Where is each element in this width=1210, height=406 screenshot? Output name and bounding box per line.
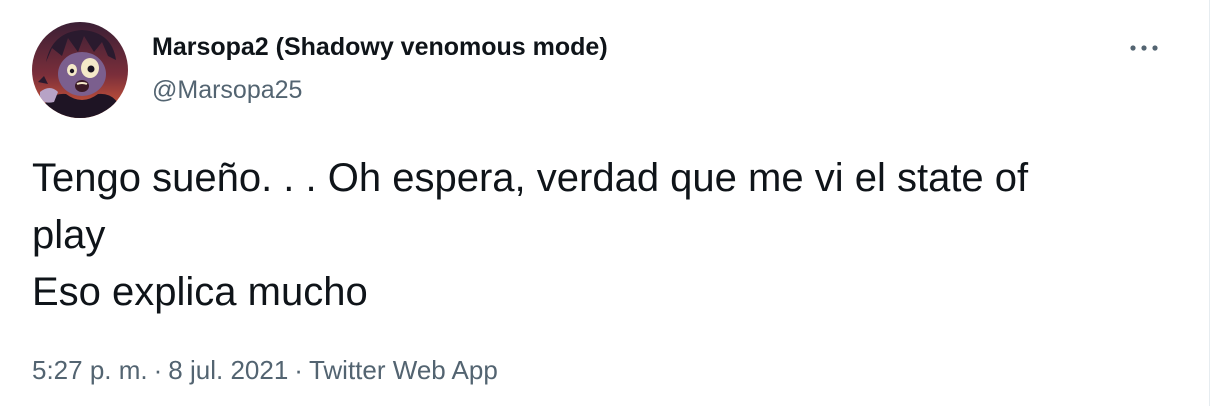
more-horizontal-icon [1130, 45, 1158, 51]
meta-separator: · [153, 355, 163, 385]
tweet-date[interactable]: 8 jul. 2021 [168, 355, 288, 385]
meta-separator: · [294, 355, 303, 385]
tweet-card: Marsopa2 (Shadowy venomous mode) @Marsop… [0, 0, 1210, 406]
tweet-text-line: Eso explica mucho [32, 270, 368, 314]
cartoon-character-avatar-icon [32, 22, 128, 118]
author-handle[interactable]: @Marsopa25 [152, 76, 302, 105]
tweet-text-line: play [32, 213, 106, 257]
tweet-source[interactable]: Twitter Web App [309, 355, 498, 385]
author-display-name[interactable]: Marsopa2 (Shadowy venomous mode) [152, 33, 608, 62]
tweet-text: Tengo sueño. . . Oh espera, verdad que m… [32, 150, 1142, 321]
tweet-metadata: 5:27 p. m. · 8 jul. 2021 · Twitter Web App [32, 355, 498, 386]
tweet-text-line: Tengo sueño. . . Oh espera, verdad que m… [32, 156, 1029, 200]
avatar[interactable] [32, 22, 128, 118]
tweet-time[interactable]: 5:27 p. m. [32, 355, 148, 385]
more-options-button[interactable] [1122, 30, 1166, 66]
